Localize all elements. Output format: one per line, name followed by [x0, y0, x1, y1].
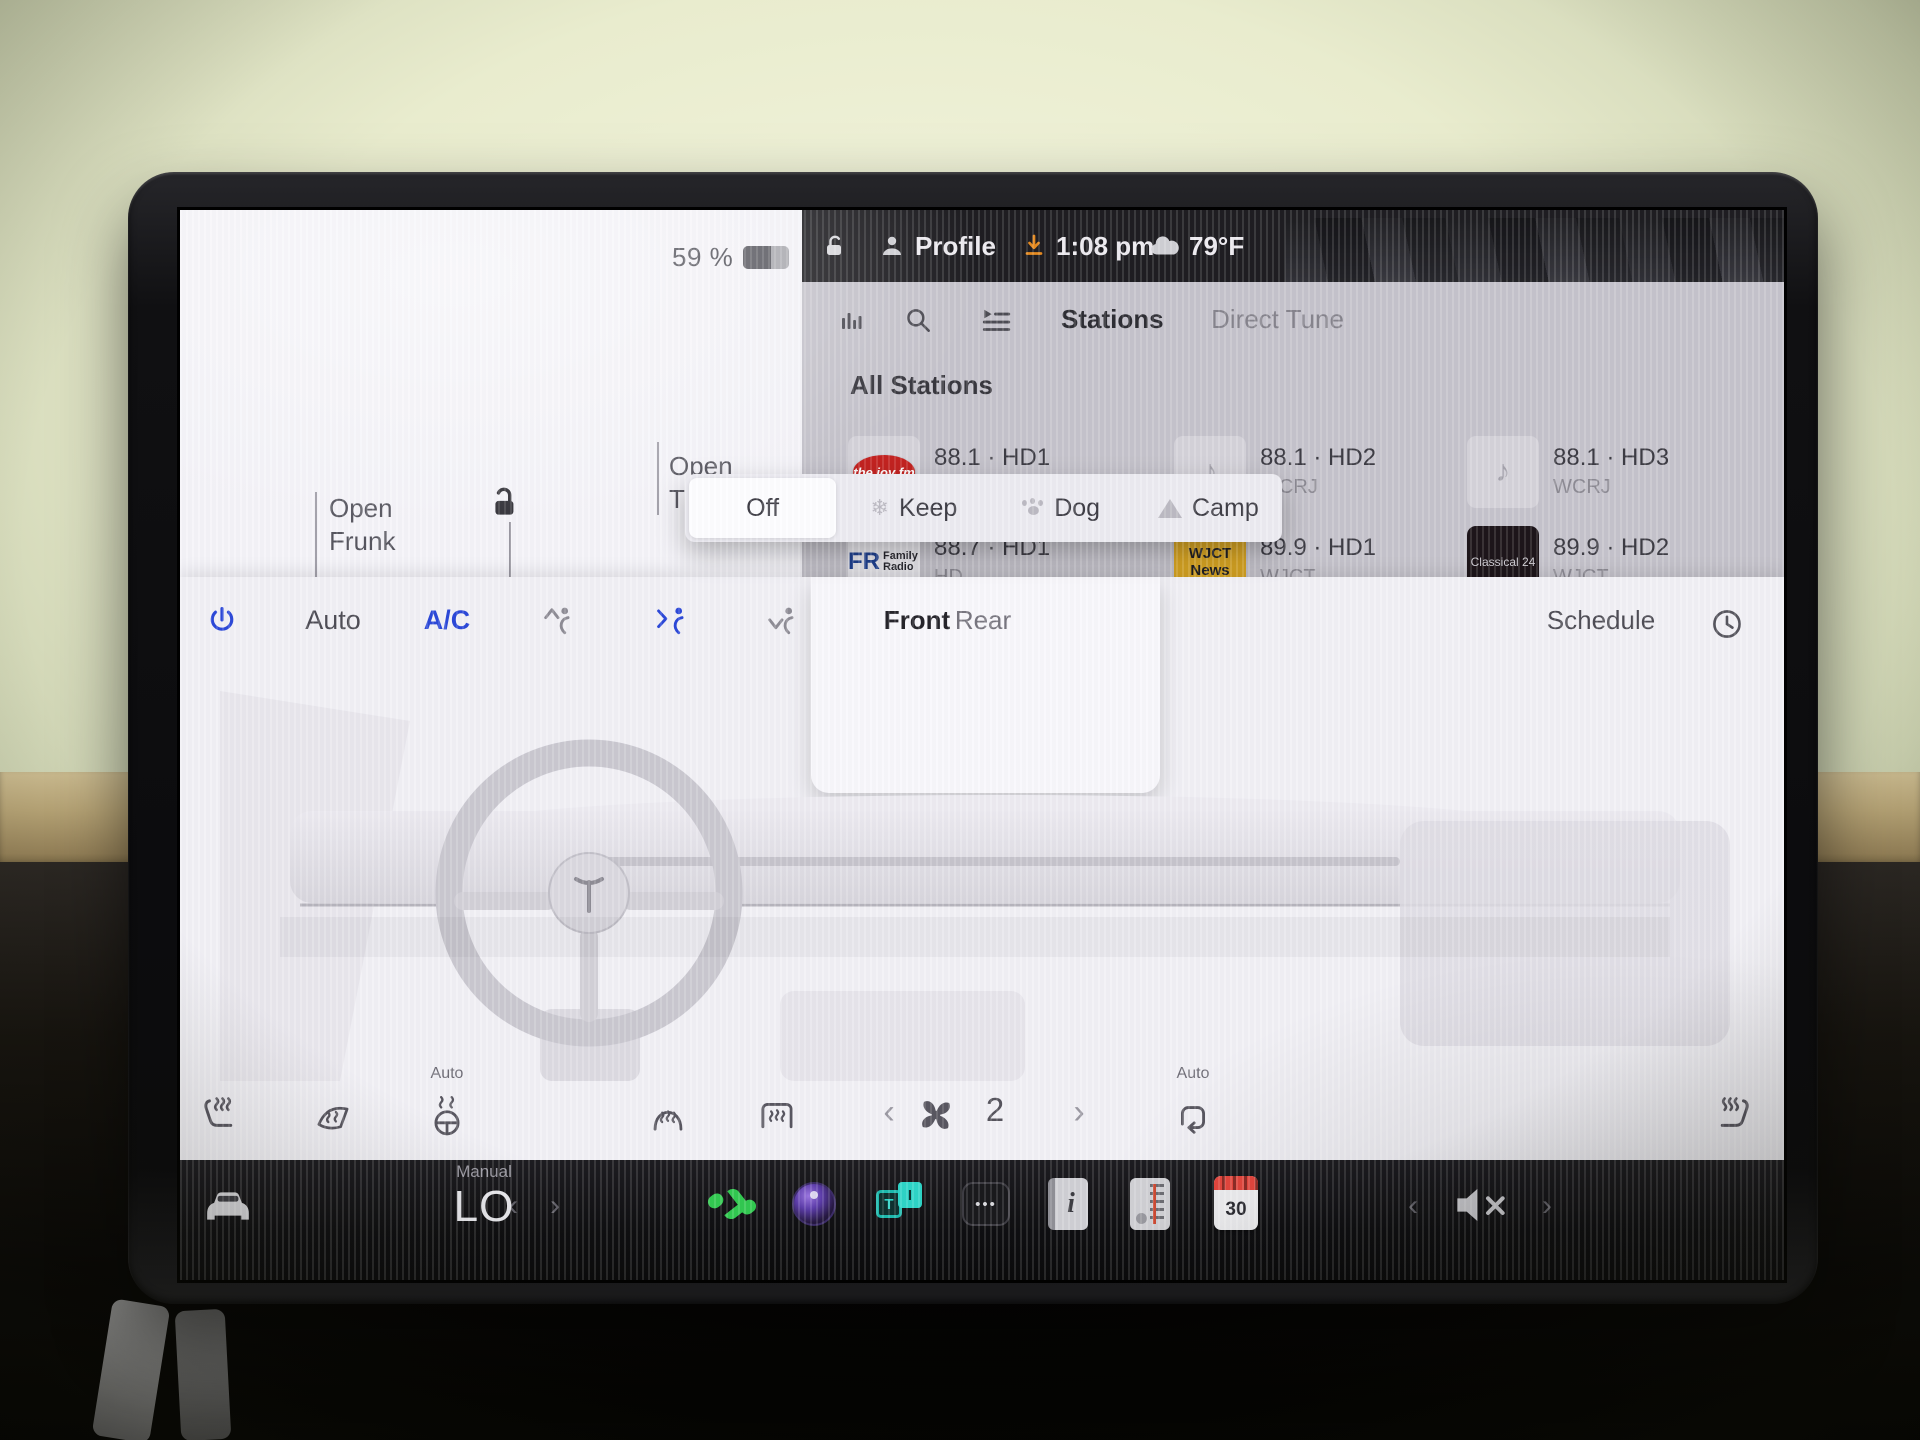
snowflake-icon: [870, 495, 888, 521]
section-title: All Stations: [850, 370, 993, 401]
touchscreen: 59 % Open Frunk Open Tr: [180, 210, 1784, 1280]
playlist-icon[interactable]: [980, 305, 1012, 337]
keeper-option-camp[interactable]: Camp: [1135, 478, 1282, 538]
dashboard-photo: 59 % Open Frunk Open Tr: [0, 0, 1920, 1440]
fan-increase-button[interactable]: [1064, 1093, 1094, 1132]
calendar-day: 30: [1214, 1190, 1258, 1230]
calendar-header: [1214, 1176, 1258, 1190]
battery-percent: 59 %: [672, 242, 733, 273]
tent-icon: [1158, 499, 1182, 518]
app-dock: Manual LO TI 30: [180, 1160, 1784, 1280]
phone-app-icon[interactable]: [704, 1176, 760, 1232]
touchscreen-bezel: 59 % Open Frunk Open Tr: [128, 172, 1818, 1304]
profile-label: Profile: [915, 231, 996, 262]
front-defrost-icon[interactable]: [644, 1091, 692, 1139]
cloud-icon: [1148, 234, 1180, 258]
paw-icon: [1022, 498, 1044, 518]
tab-direct-tune[interactable]: Direct Tune: [1211, 304, 1344, 335]
fan-decrease-button[interactable]: [874, 1093, 904, 1132]
recirculation-icon[interactable]: [1169, 1093, 1217, 1141]
temp-value: LO: [454, 1182, 515, 1232]
outside-temperature[interactable]: 79°F: [1148, 210, 1244, 282]
divider: [657, 442, 659, 515]
station-row[interactable]: 88.1 · HD3 WCRJ: [1467, 436, 1777, 508]
fan-speed-value: 2: [972, 1091, 1018, 1129]
steering-auto-label: Auto: [412, 1065, 482, 1083]
open-frunk-button[interactable]: Open Frunk: [329, 492, 395, 558]
profile-menu[interactable]: Profile: [878, 210, 996, 282]
mute-icon[interactable]: [1452, 1184, 1516, 1226]
search-icon[interactable]: [902, 304, 934, 336]
calendar-app-icon[interactable]: 30: [1214, 1176, 1258, 1230]
tab-stations[interactable]: Stations: [1061, 304, 1164, 335]
more-apps-icon[interactable]: [962, 1182, 1010, 1226]
climate-panel: Auto A/C: [180, 577, 1784, 1160]
volume-down-button[interactable]: [1398, 1182, 1428, 1230]
temp-mode-label: Manual: [456, 1162, 512, 1182]
wiper-heater-icon[interactable]: [309, 1091, 357, 1139]
schedule-button[interactable]: Schedule: [1516, 605, 1686, 636]
rear-defrost-icon[interactable]: [753, 1091, 801, 1139]
climate-auto-button[interactable]: Auto: [288, 605, 378, 636]
car-unlocked-icon[interactable]: [820, 210, 848, 282]
battery-status[interactable]: 59 %: [672, 242, 789, 273]
manual-app-icon[interactable]: [1048, 1178, 1088, 1230]
clock-display: 1:08 pm: [1056, 210, 1154, 282]
climate-keeper-popup: Off Keep Dog Camp: [685, 474, 1282, 542]
schedule-clock-icon[interactable]: [1705, 602, 1749, 646]
unlock-icon[interactable]: [490, 485, 522, 521]
person-icon: [878, 232, 906, 260]
vent-mid-icon[interactable]: [652, 601, 692, 641]
keeper-option-keep[interactable]: Keep: [840, 478, 987, 538]
software-update-icon[interactable]: [1020, 210, 1048, 282]
vent-floor-icon[interactable]: [762, 601, 802, 641]
seat-heater-right-icon[interactable]: [1710, 1091, 1758, 1139]
divider: [509, 522, 511, 577]
pedal: [175, 1309, 232, 1440]
album-art-collage: [1285, 218, 1784, 282]
seat-heater-left-icon[interactable]: [195, 1091, 243, 1139]
steering-heater-icon[interactable]: [423, 1093, 471, 1141]
temp-increase-button[interactable]: [540, 1182, 570, 1230]
volume-up-button[interactable]: [1532, 1182, 1562, 1230]
camera-app-icon[interactable]: [788, 1178, 840, 1230]
recirc-auto-label: Auto: [1158, 1065, 1228, 1083]
music-note-icon: [1467, 436, 1539, 508]
rear-climate-tab[interactable]: Rear: [940, 605, 1026, 636]
driver-temperature[interactable]: Manual LO: [442, 1162, 526, 1232]
climate-power-button[interactable]: [200, 599, 244, 643]
keeper-option-dog[interactable]: Dog: [988, 478, 1135, 538]
now-playing-icon[interactable]: [835, 306, 865, 336]
divider: [315, 492, 317, 577]
status-bar: Profile 1:08 pm: [802, 210, 1784, 282]
tuner-app-icon[interactable]: TI: [874, 1180, 926, 1228]
ac-button[interactable]: A/C: [406, 605, 488, 636]
vent-face-icon[interactable]: [538, 601, 578, 641]
battery-icon: [743, 246, 789, 269]
fan-icon: [912, 1091, 960, 1139]
cabin-illustration: [220, 661, 1740, 1081]
car-controls-icon[interactable]: [198, 1178, 258, 1230]
keeper-option-off[interactable]: Off: [689, 478, 836, 538]
radio-app-icon[interactable]: [1130, 1178, 1170, 1230]
